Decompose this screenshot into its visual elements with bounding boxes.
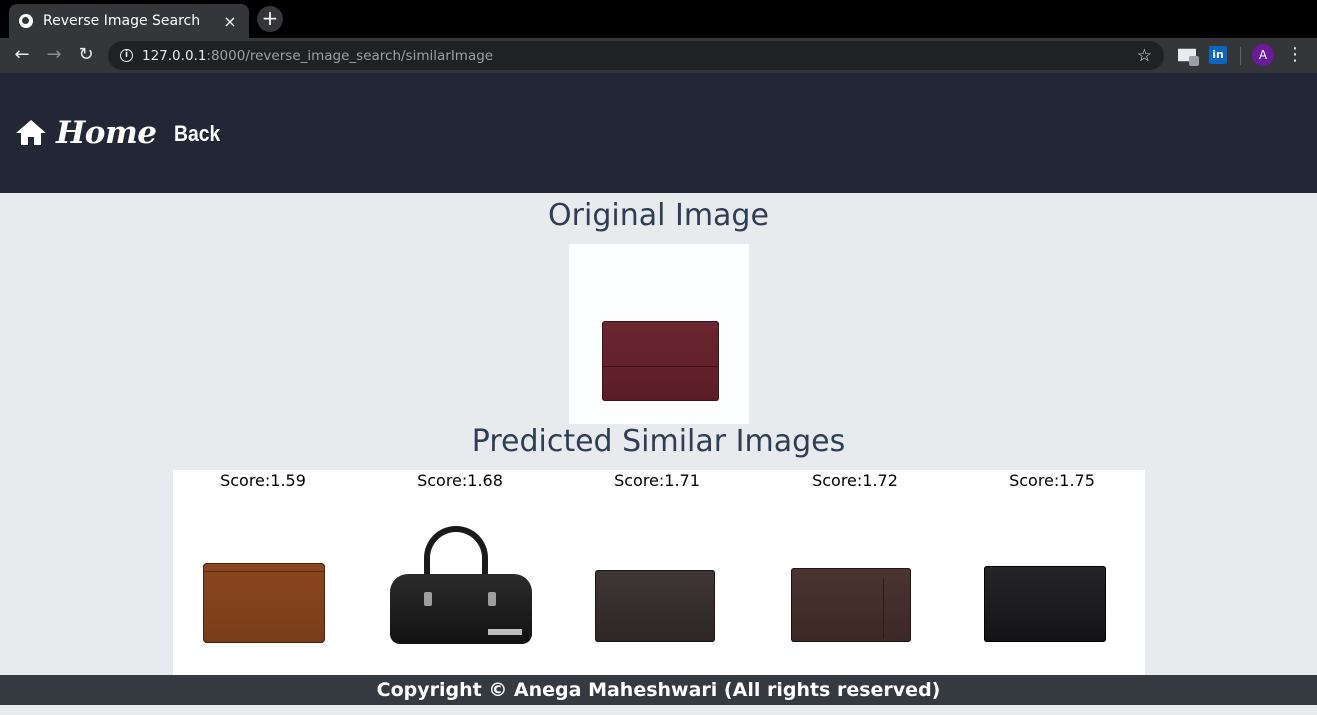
back-arrow-icon[interactable]: ← bbox=[10, 43, 34, 67]
original-image bbox=[569, 244, 749, 424]
brown-wallet-image bbox=[203, 563, 325, 643]
mail-badge bbox=[1189, 56, 1199, 66]
score-label: Score:1.72 bbox=[812, 471, 898, 490]
back-link[interactable]: Back bbox=[174, 121, 220, 147]
page-content: Home Back Original Image Predicted Simil… bbox=[0, 73, 1317, 715]
home-label: Home bbox=[56, 115, 157, 151]
info-icon[interactable]: i bbox=[120, 49, 133, 62]
page-footer: Copyright © Anega Maheshwari (All rights… bbox=[0, 675, 1317, 705]
site-navbar: Home Back bbox=[0, 73, 1317, 193]
score-label: Score:1.59 bbox=[220, 471, 306, 490]
result-item[interactable]: Score:1.59 bbox=[173, 470, 353, 675]
results-strip: Score:1.59 Score:1.68 Score:1.71 Score:1… bbox=[173, 470, 1145, 675]
globe-icon bbox=[19, 14, 33, 28]
new-tab-button[interactable]: + bbox=[257, 6, 283, 32]
address-bar[interactable]: i 127.0.0.1:8000/reverse_image_search/si… bbox=[108, 41, 1164, 70]
black-handbag-image bbox=[388, 526, 534, 644]
dark-wallet-image bbox=[595, 570, 715, 642]
menu-dots-icon[interactable]: ⋮ bbox=[1286, 43, 1304, 67]
url-host: 127.0.0.1 bbox=[142, 47, 207, 64]
result-item[interactable]: Score:1.72 bbox=[765, 470, 945, 675]
score-label: Score:1.71 bbox=[614, 471, 700, 490]
tab-title: Reverse Image Search bbox=[43, 13, 201, 29]
home-icon bbox=[16, 120, 46, 146]
profile-avatar[interactable]: A bbox=[1252, 44, 1274, 66]
score-label: Score:1.75 bbox=[1009, 471, 1095, 490]
result-item[interactable]: Score:1.75 bbox=[962, 470, 1142, 675]
result-item[interactable]: Score:1.71 bbox=[567, 470, 747, 675]
original-image-heading: Original Image bbox=[548, 198, 769, 233]
bookmark-star-icon[interactable]: ☆ bbox=[1137, 46, 1152, 66]
toolbar-divider bbox=[1240, 47, 1241, 65]
forward-arrow-icon[interactable]: → bbox=[42, 43, 66, 67]
browser-toolbar: ← → ↻ i 127.0.0.1:8000/reverse_image_sea… bbox=[0, 38, 1317, 73]
browser-tab[interactable]: Reverse Image Search × bbox=[9, 4, 249, 38]
home-link[interactable]: Home bbox=[16, 115, 157, 151]
browser-tab-strip: Reverse Image Search × + bbox=[0, 0, 1317, 38]
original-wallet-image bbox=[602, 321, 719, 401]
score-label: Score:1.68 bbox=[417, 471, 503, 490]
linkedin-extension-icon[interactable]: in bbox=[1209, 46, 1227, 64]
page-bottom bbox=[0, 705, 1317, 715]
predicted-images-heading: Predicted Similar Images bbox=[471, 424, 846, 459]
black-wallet-image bbox=[984, 566, 1106, 642]
tab-close-button[interactable]: × bbox=[221, 12, 239, 31]
result-item[interactable]: Score:1.68 bbox=[370, 470, 550, 675]
reload-icon[interactable]: ↻ bbox=[74, 43, 98, 67]
url-path: :8000/reverse_image_search/similarImage bbox=[206, 47, 494, 64]
brown-leather-wallet-image bbox=[791, 568, 911, 642]
